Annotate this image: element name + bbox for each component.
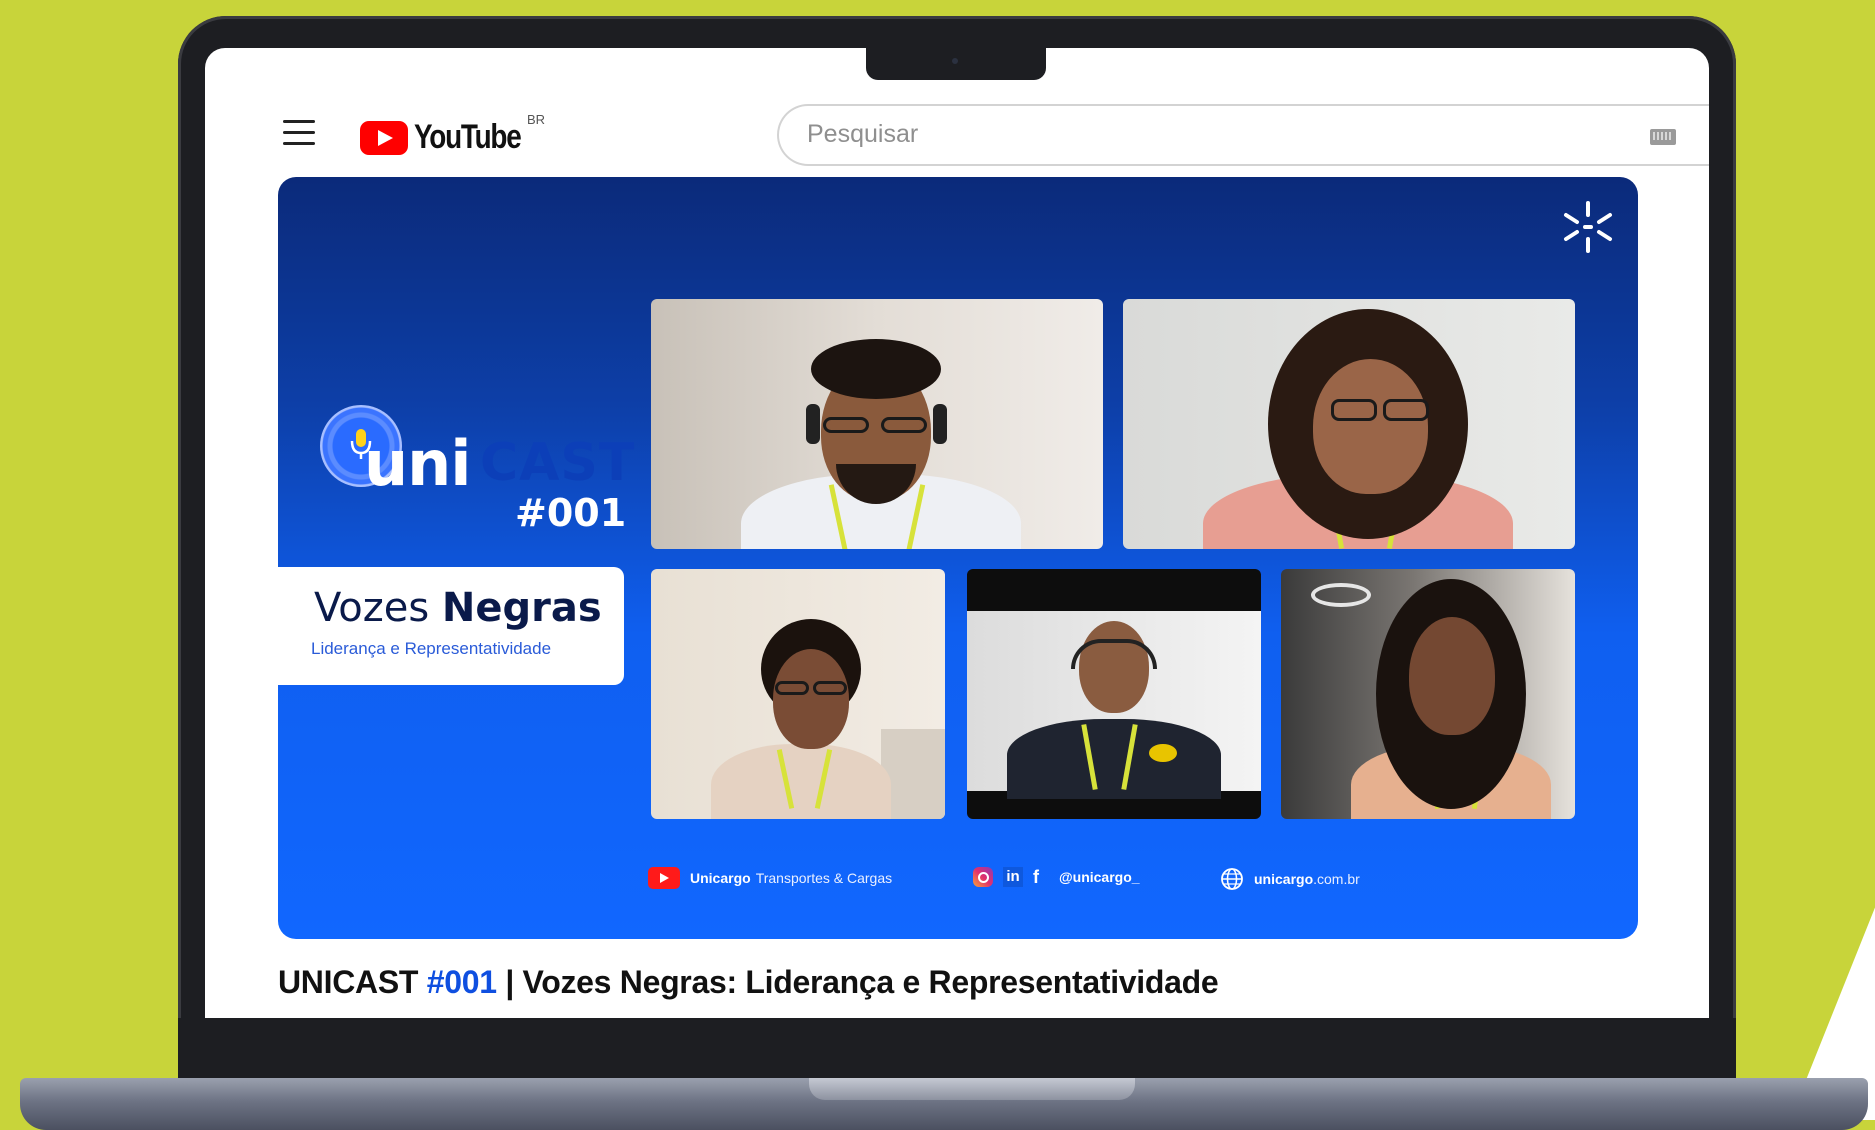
youtube-logo-icon: [360, 120, 408, 155]
youtube-logo-text: YouTube: [414, 118, 522, 156]
social-handle: @unicargo_: [1059, 869, 1140, 885]
video-thumbnail[interactable]: uni CAST #001 Vozes Negras Liderança e R…: [278, 177, 1638, 939]
youtube-logo[interactable]: YouTube: [360, 118, 544, 157]
camera-notch: [866, 48, 1046, 80]
globe-icon: [1221, 868, 1243, 890]
instagram-icon: [973, 867, 993, 887]
video-title-rest: | Vozes Negras: Liderança e Representati…: [505, 964, 1219, 1000]
episode-title-regular: Vozes: [314, 585, 430, 631]
search-box[interactable]: [777, 104, 1709, 166]
brand-uni: uni: [364, 427, 472, 500]
camera-icon: [952, 58, 958, 64]
website-brand: unicargo: [1254, 871, 1314, 887]
social-website[interactable]: unicargo .com.br: [1220, 867, 1360, 891]
participant-tile: [1281, 569, 1575, 819]
sparkle-burst-icon: [1564, 201, 1612, 253]
laptop-bezel-bottom: [178, 1018, 1736, 1078]
laptop-screen: YouTube BR uni CAST #001: [205, 48, 1709, 1018]
social-handles[interactable]: in f @unicargo_: [973, 867, 1145, 887]
social-youtube[interactable]: Unicargo Transportes & Cargas: [648, 867, 892, 889]
episode-title: Vozes Negras: [314, 585, 602, 631]
episode-title-card: Vozes Negras Liderança e Representativid…: [278, 567, 624, 685]
participant-tile: [967, 569, 1261, 819]
brand-cast: CAST: [480, 433, 636, 493]
youtube-channel-rest: Transportes & Cargas: [755, 870, 893, 886]
social-links: Unicargo Transportes & Cargas in f @unic…: [648, 867, 1408, 897]
video-title[interactable]: UNICAST #001 | Vozes Negras: Liderança e…: [278, 964, 1219, 1001]
laptop-base-notch: [809, 1078, 1135, 1100]
episode-subtitle: Liderança e Representatividade: [311, 639, 552, 658]
video-title-episode: #001: [426, 964, 497, 1000]
youtube-icon: [648, 867, 680, 889]
participant-tile: [1123, 299, 1575, 549]
youtube-channel-brand: Unicargo: [690, 870, 751, 886]
unicast-logo: uni CAST #001: [320, 405, 634, 545]
episode-title-bold: Negras: [441, 585, 602, 631]
linkedin-icon: in: [1003, 867, 1023, 887]
facebook-icon: f: [1033, 867, 1039, 887]
participant-tile: [651, 299, 1103, 549]
keyboard-icon[interactable]: [1650, 129, 1676, 145]
menu-icon[interactable]: [283, 120, 315, 148]
video-title-prefix: UNICAST: [278, 964, 419, 1000]
laptop-base: [20, 1078, 1868, 1130]
participant-tile: [651, 569, 945, 819]
country-code: BR: [527, 112, 546, 127]
background-slash: [1790, 820, 1875, 1120]
episode-number: #001: [515, 491, 627, 535]
website-domain: .com.br: [1313, 871, 1360, 887]
search-input[interactable]: [807, 120, 1627, 149]
